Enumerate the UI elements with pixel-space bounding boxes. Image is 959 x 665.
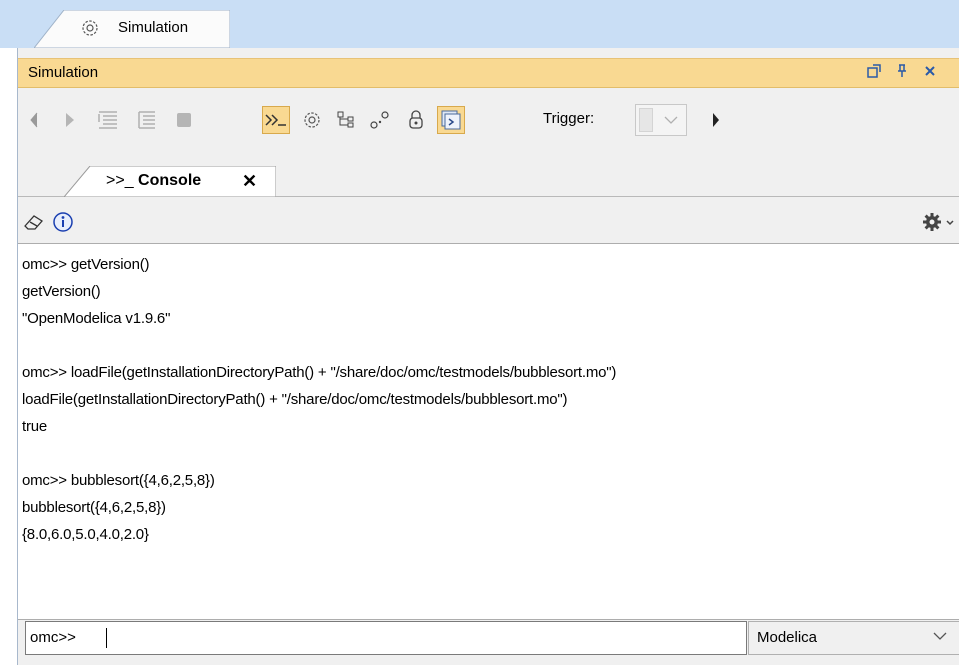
top-tab-strip: Simulation bbox=[0, 0, 959, 48]
output-line: omc>> getVersion() bbox=[22, 256, 150, 273]
pin-icon bbox=[898, 64, 906, 77]
language-select[interactable]: Modelica bbox=[748, 621, 959, 655]
step-into-icon[interactable] bbox=[94, 106, 122, 134]
panel-title: Simulation bbox=[28, 64, 99, 81]
pin-button[interactable] bbox=[893, 64, 911, 82]
chevron-down-icon bbox=[933, 632, 947, 640]
output-line: "OpenModelica v1.9.6" bbox=[22, 310, 171, 327]
console-prompt-icon: >>_ bbox=[106, 172, 134, 189]
info-icon[interactable] bbox=[51, 210, 75, 234]
console-tab-text: Console bbox=[138, 172, 202, 189]
restore-button[interactable] bbox=[865, 64, 883, 82]
simulation-gear-icon bbox=[80, 18, 100, 38]
output-line: loadFile(getInstallationDirectoryPath() … bbox=[22, 391, 568, 408]
language-select-value: Modelica bbox=[757, 629, 818, 646]
output-line: {8.0,6.0,5.0,4.0,2.0} bbox=[22, 526, 149, 543]
back-icon[interactable] bbox=[20, 106, 48, 134]
close-tab-icon[interactable]: ✕ bbox=[242, 171, 257, 192]
output-line: getVersion() bbox=[22, 283, 101, 300]
settings-gear-icon[interactable] bbox=[922, 210, 958, 234]
lock-icon[interactable] bbox=[402, 106, 430, 134]
toolbar-overflow-icon[interactable] bbox=[702, 106, 730, 134]
tab-console[interactable]: >>_ Console ✕ bbox=[64, 166, 276, 197]
input-prompt: omc>> bbox=[30, 629, 76, 646]
close-button[interactable] bbox=[921, 64, 939, 82]
tab-simulation[interactable]: Simulation bbox=[34, 10, 230, 48]
close-icon bbox=[925, 66, 935, 76]
console-input-row: omc>> Modelica bbox=[25, 621, 959, 655]
simulation-toolbar: Trigger: bbox=[18, 98, 959, 142]
chevron-down-icon bbox=[664, 116, 678, 124]
tree-icon[interactable] bbox=[332, 106, 360, 134]
export-icon[interactable] bbox=[437, 106, 465, 134]
console-output[interactable]: omc>> getVersion() getVersion() "OpenModel… bbox=[18, 243, 959, 620]
console-tab-strip: >>_ Console ✕ bbox=[18, 154, 959, 197]
command-input[interactable]: omc>> bbox=[25, 621, 747, 655]
trigger-checkbox[interactable] bbox=[639, 108, 653, 132]
text-caret bbox=[106, 628, 107, 648]
panel-title-bar: Simulation bbox=[18, 58, 959, 88]
trigger-label: Trigger: bbox=[543, 110, 595, 127]
output-line: bubblesort({4,6,2,5,8}) bbox=[22, 499, 166, 516]
play-icon[interactable] bbox=[56, 106, 84, 134]
restore-icon bbox=[867, 64, 881, 78]
output-line: omc>> bubblesort({4,6,2,5,8}) bbox=[22, 472, 215, 489]
sim-gear-icon[interactable] bbox=[298, 106, 326, 134]
simulation-window: Simulation Simulation Trigger: >>_ Conso… bbox=[0, 0, 959, 665]
step-over-icon[interactable] bbox=[132, 106, 160, 134]
trigger-select[interactable] bbox=[635, 104, 687, 136]
output-line: true bbox=[22, 418, 48, 435]
simulation-panel: Simulation Trigger: >>_ Console ✕ omc>> … bbox=[17, 48, 959, 665]
stop-icon[interactable] bbox=[170, 106, 198, 134]
eraser-icon[interactable] bbox=[22, 210, 46, 234]
console-toolbar bbox=[18, 206, 959, 238]
output-line: omc>> loadFile(getInstallationDirectoryP… bbox=[22, 364, 617, 381]
console-tab-label: >>_ Console bbox=[106, 172, 201, 190]
nodes-icon[interactable] bbox=[366, 106, 394, 134]
tab-label: Simulation bbox=[118, 19, 189, 36]
console-icon[interactable] bbox=[262, 106, 290, 134]
